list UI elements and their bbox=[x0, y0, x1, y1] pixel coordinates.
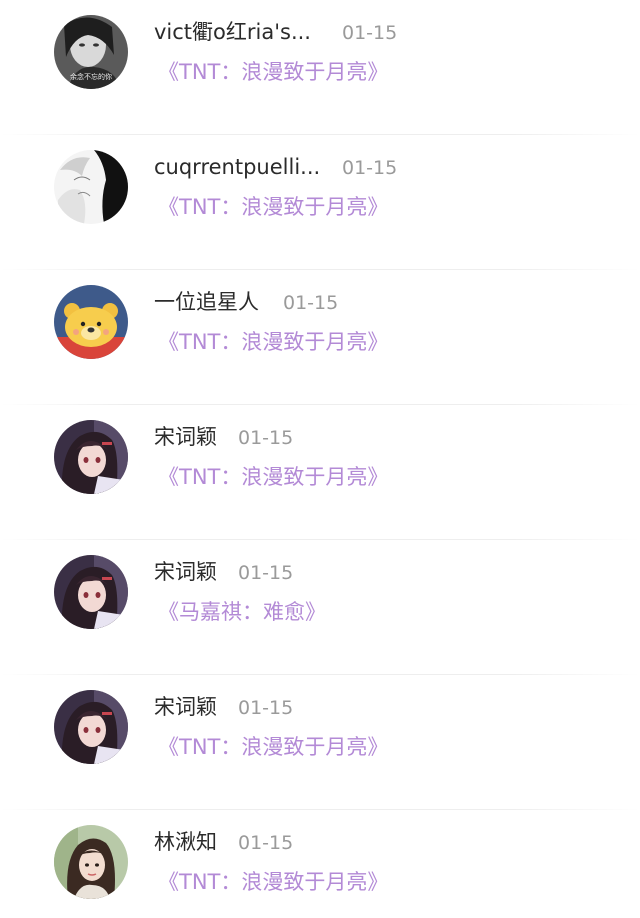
anime-girl-avatar-icon bbox=[54, 420, 128, 494]
comment-date: 01-15 bbox=[238, 697, 294, 719]
avatar[interactable] bbox=[54, 420, 128, 494]
avatar[interactable] bbox=[54, 555, 128, 629]
work-title-link[interactable]: 《TNT：浪漫致于月亮》 bbox=[158, 463, 388, 491]
list-item[interactable]: 宋词颖 01-15 《TNT：浪漫致于月亮》 bbox=[0, 675, 640, 810]
anime-girl-avatar-icon bbox=[54, 690, 128, 764]
work-title-link[interactable]: 《TNT：浪漫致于月亮》 bbox=[158, 868, 388, 896]
list-item[interactable]: 林湫知 01-15 《TNT：浪漫致于月亮》 bbox=[0, 810, 640, 918]
username[interactable]: 宋词颖 bbox=[154, 424, 217, 450]
username[interactable]: 宋词颖 bbox=[154, 694, 217, 720]
comment-date: 01-15 bbox=[238, 832, 294, 854]
avatar[interactable] bbox=[54, 825, 128, 899]
list-item[interactable]: 一位追星人 01-15 《TNT：浪漫致于月亮》 bbox=[0, 270, 640, 405]
avatar[interactable] bbox=[54, 690, 128, 764]
anime-girl-avatar-icon bbox=[54, 555, 128, 629]
avatar[interactable] bbox=[54, 150, 128, 224]
username[interactable]: vict衢o红ria's... bbox=[154, 19, 311, 45]
list-item[interactable]: 宋词颖 01-15 《TNT：浪漫致于月亮》 bbox=[0, 405, 640, 540]
avatar[interactable]: 余念不忘的你 bbox=[54, 15, 128, 89]
list-item[interactable]: 余念不忘的你 vict衢o红ria's... 01-15 《TNT：浪漫致于月亮… bbox=[0, 0, 640, 135]
comment-date: 01-15 bbox=[238, 427, 294, 449]
comment-date: 01-15 bbox=[238, 562, 294, 584]
username[interactable]: 一位追星人 bbox=[154, 289, 259, 315]
anime-sketch-avatar-icon bbox=[54, 150, 128, 224]
work-title-link[interactable]: 《TNT：浪漫致于月亮》 bbox=[158, 193, 388, 221]
username[interactable]: 宋词颖 bbox=[154, 559, 217, 585]
work-title-link[interactable]: 《TNT：浪漫致于月亮》 bbox=[158, 733, 388, 761]
list-item[interactable]: 宋词颖 01-15 《马嘉祺：难愈》 bbox=[0, 540, 640, 675]
comment-date: 01-15 bbox=[283, 292, 339, 314]
list-item[interactable]: cuqrrentpuelli... 01-15 《TNT：浪漫致于月亮》 bbox=[0, 135, 640, 270]
work-title-link[interactable]: 《马嘉祺：难愈》 bbox=[158, 598, 326, 626]
username[interactable]: 林湫知 bbox=[154, 829, 217, 855]
bw-girl-avatar-icon: 余念不忘的你 bbox=[54, 15, 128, 89]
work-title-link[interactable]: 《TNT：浪漫致于月亮》 bbox=[158, 328, 388, 356]
comment-date: 01-15 bbox=[342, 22, 398, 44]
work-title-link[interactable]: 《TNT：浪漫致于月亮》 bbox=[158, 58, 388, 86]
bear-avatar-icon bbox=[54, 285, 128, 359]
avatar-overlay-text: 余念不忘的你 bbox=[70, 72, 112, 81]
comment-date: 01-15 bbox=[342, 157, 398, 179]
username[interactable]: cuqrrentpuelli... bbox=[154, 154, 320, 180]
avatar[interactable] bbox=[54, 285, 128, 359]
comment-feed: 余念不忘的你 vict衢o红ria's... 01-15 《TNT：浪漫致于月亮… bbox=[0, 0, 640, 918]
photo-girl-avatar-icon bbox=[54, 825, 128, 899]
